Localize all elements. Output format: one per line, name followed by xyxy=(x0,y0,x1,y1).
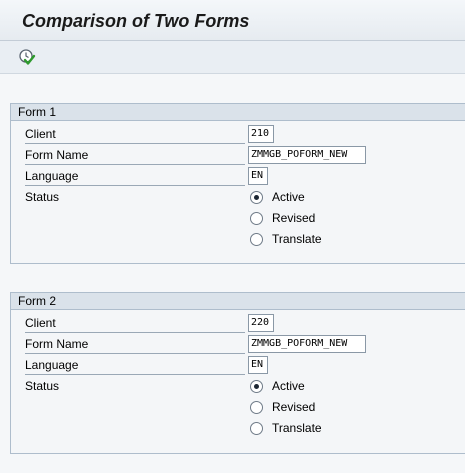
form1-client-field[interactable]: 210 xyxy=(248,125,274,143)
form2-group-header: Form 2 xyxy=(11,293,465,310)
form2-language-field[interactable]: EN xyxy=(248,356,268,374)
form1-status-label: Status xyxy=(25,190,60,204)
form1-form-name-field[interactable]: ZMMGB_POFORM_NEW xyxy=(248,146,366,164)
radio-selected-icon xyxy=(250,191,263,204)
form1-group-header: Form 1 xyxy=(11,104,465,121)
form2-group-title: Form 2 xyxy=(18,294,57,308)
form1-client-label: Client xyxy=(25,125,245,144)
radio-selected-icon xyxy=(250,380,263,393)
form1-language-field[interactable]: EN xyxy=(248,167,268,185)
radio-unselected-icon xyxy=(250,233,263,246)
form1-language-label: Language xyxy=(25,167,245,186)
content-area: Form 1 Client 210 Form Name ZMMGB_POFORM… xyxy=(0,74,465,473)
application-toolbar xyxy=(0,41,465,74)
form2-status-label: Status xyxy=(25,379,60,393)
form1-group-title: Form 1 xyxy=(18,105,57,119)
radio-unselected-icon xyxy=(250,212,263,225)
form2-group: Form 2 Client 220 Form Name ZMMGB_POFORM… xyxy=(10,292,465,454)
form1-form-name-label: Form Name xyxy=(25,146,245,165)
form1-status-active-label: Active xyxy=(272,190,305,204)
execute-clock-check-icon xyxy=(19,49,36,65)
form1-status-translate-label: Translate xyxy=(272,232,322,246)
form2-client-label: Client xyxy=(25,314,245,333)
form1-status-revised-label: Revised xyxy=(272,211,316,225)
execute-button[interactable] xyxy=(17,47,37,67)
form1-group: Form 1 Client 210 Form Name ZMMGB_POFORM… xyxy=(10,103,465,264)
form2-form-name-field[interactable]: ZMMGB_POFORM_NEW xyxy=(248,335,366,353)
form2-status-active-label: Active xyxy=(272,379,305,393)
radio-unselected-icon xyxy=(250,422,263,435)
form2-client-field[interactable]: 220 xyxy=(248,314,274,332)
radio-unselected-icon xyxy=(250,401,263,414)
form2-language-label: Language xyxy=(25,356,245,375)
form2-form-name-label: Form Name xyxy=(25,335,245,354)
form2-status-revised-label: Revised xyxy=(272,400,316,414)
title-bar: Comparison of Two Forms xyxy=(0,0,465,41)
form2-status-translate-label: Translate xyxy=(272,421,322,435)
page-title: Comparison of Two Forms xyxy=(22,11,250,31)
